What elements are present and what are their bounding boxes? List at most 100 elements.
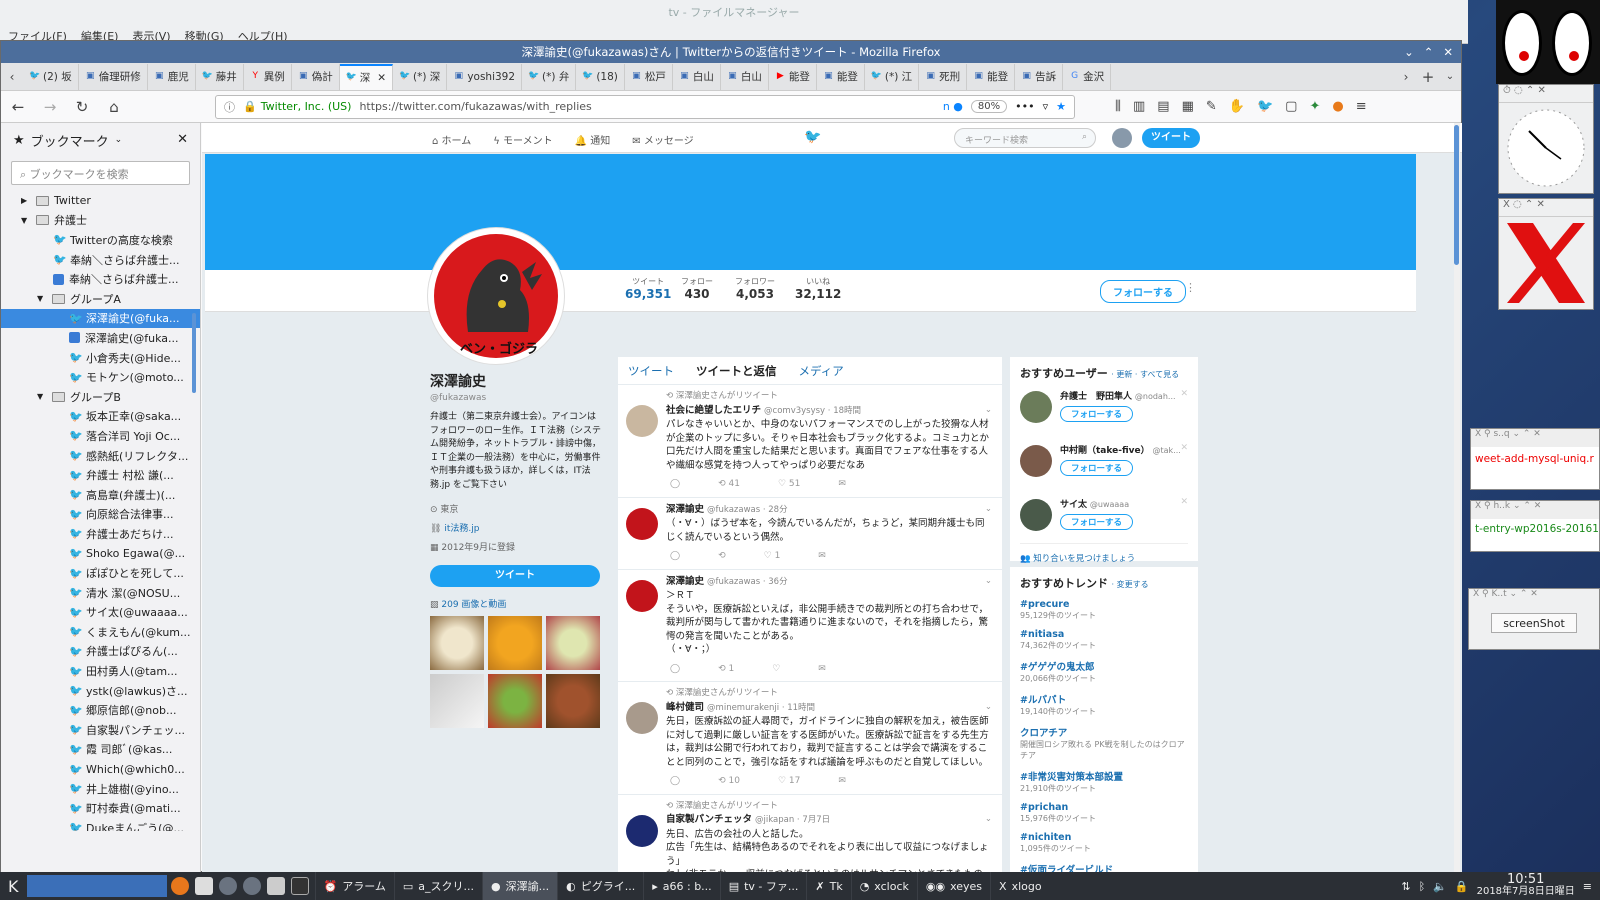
stat-followers[interactable]: フォロワー 4,053 xyxy=(735,276,775,301)
bookmark-search-input[interactable]: ⌕ ブックマークを検索 xyxy=(11,161,190,185)
retweet-button[interactable]: ⟲ xyxy=(718,550,726,564)
pocket-icon[interactable]: ▿ xyxy=(1043,100,1049,113)
suggested-follow-button[interactable]: フォローする xyxy=(1060,406,1134,422)
browser-tab[interactable]: 🐦 (*) 深 xyxy=(393,63,448,90)
tweet-author-name[interactable]: 社会に絶望したエリチ xyxy=(666,405,761,416)
tweet-menu-icon[interactable]: ⌄ xyxy=(985,701,992,715)
window-titlebar[interactable]: 深澤諭史(@fukazawas)さん | Twitterからの返信付きツイート … xyxy=(1,41,1461,63)
taskbar-item[interactable]: ▤ tv - ファ... xyxy=(719,872,807,900)
taskbar-item[interactable]: ⏰ アラーム xyxy=(314,872,394,900)
trend-item[interactable]: クロアチア 開催国ロシア敗れる PK戦を制したのはクロアチア xyxy=(1020,725,1188,761)
browser-tab[interactable]: 🐦 (2) 坂 xyxy=(23,63,79,90)
bookmark-item[interactable]: 🐦 落合洋司 Yoji Oc... xyxy=(1,426,200,446)
terminal-window-2[interactable]: X ⚲ h..k ⌄ ⌃ ✕ t-entry-wp2016s-20161( xyxy=(1470,500,1600,552)
browser-tab[interactable]: 🐦 (18) xyxy=(576,63,625,90)
tweet[interactable]: ⟲ 深澤諭史さんがリツイート 自家製パンチェッタ @jikapan · 7月7日 ⌄… xyxy=(618,795,1002,873)
bookmark-item[interactable]: ▼ 弁護士 xyxy=(1,211,200,231)
bookmark-item[interactable]: 🐦 感熱紙(リフレクタ... xyxy=(1,446,200,466)
suggested-users-links[interactable]: · 更新 · すべて見る xyxy=(1111,370,1179,379)
sidebar-close-icon[interactable]: ✕ xyxy=(177,132,188,147)
bookmark-item[interactable]: 🐦 弁護士あだちけ... xyxy=(1,524,200,544)
browser-tab[interactable]: ▶ 能登 xyxy=(769,63,817,90)
browser-tab[interactable]: 🐦 (*) 江 xyxy=(865,63,920,90)
page-scrollbar[interactable] xyxy=(1454,123,1460,873)
tweet-avatar[interactable] xyxy=(626,507,658,540)
suggested-follow-button[interactable]: フォローする xyxy=(1060,514,1134,530)
browser-tab[interactable]: 🐦 (*) 弁 xyxy=(522,63,577,90)
bookmark-item[interactable]: 奉納＼さらば弁護士... xyxy=(1,269,200,289)
trend-tag[interactable]: #ルパパト xyxy=(1020,692,1188,706)
app-launcher-icon[interactable] xyxy=(218,877,237,895)
taskbar-item[interactable]: ◔ xclock xyxy=(850,872,917,900)
suggested-user-avatar[interactable] xyxy=(1020,391,1052,423)
xclock-window[interactable]: ⏱ ◌ ⌃ ✕ xyxy=(1498,84,1594,194)
browser-tab[interactable]: ▣ 白山 xyxy=(673,63,721,90)
reply-icon[interactable]: ◯ xyxy=(670,663,680,677)
trend-item[interactable]: #ゲゲゲの鬼太郎 20,066件のツイート xyxy=(1020,659,1188,684)
extension-pen-icon[interactable]: ✎ xyxy=(1206,99,1217,114)
bookmark-item[interactable]: 🐦 奉納＼さらば弁護士... xyxy=(1,250,200,270)
taskbar-item[interactable]: ▭ a_スクリ... xyxy=(393,872,482,900)
taskbar-item[interactable]: Xxlogo xyxy=(990,872,1050,900)
url-text[interactable]: https://twitter.com/fukazawas/with_repli… xyxy=(359,100,934,113)
taskbar-item[interactable]: ◐ ピグライ... xyxy=(557,872,643,900)
chevron-down-icon[interactable]: ⌄ xyxy=(115,135,123,145)
tweet-handle-time[interactable]: @minemurakenji · 11時間 xyxy=(707,703,815,713)
suggested-user-avatar[interactable] xyxy=(1020,445,1052,477)
profile-handle[interactable]: @fukazawas xyxy=(430,393,602,403)
bookmark-item[interactable]: ▶ Twitter xyxy=(1,191,200,211)
suggested-user-name[interactable]: サイ太 xyxy=(1060,500,1087,510)
like-button[interactable]: ♡ 17 xyxy=(778,775,800,789)
library-icon[interactable]: ⫼ xyxy=(1115,99,1121,114)
like-button[interactable]: ♡ xyxy=(772,663,780,677)
browser-tab[interactable]: ▣ 死刑 xyxy=(919,63,968,90)
page-actions-icon[interactable]: ••• xyxy=(1015,100,1034,113)
message-icon[interactable]: ✉ xyxy=(818,550,826,564)
home-icon[interactable]: ⌂ xyxy=(103,98,125,116)
tab-list-icon[interactable]: ⌄ xyxy=(1439,71,1461,82)
start-menu-icon[interactable]: K xyxy=(0,877,27,896)
twitter-logo-icon[interactable]: 🐦 xyxy=(804,129,821,145)
sidebar-scrollbar[interactable] xyxy=(192,313,196,393)
bookmark-item[interactable]: 🐦 ystk(@lawkus)さ... xyxy=(1,681,200,701)
suggested-user[interactable]: 弁護士 野田隼人 @nodah... フォローする ✕ xyxy=(1020,389,1188,435)
desktop-pager[interactable] xyxy=(26,875,167,897)
chevron-down-icon[interactable]: ▼ xyxy=(37,294,47,303)
app-launcher-icon[interactable] xyxy=(242,877,261,895)
twitter-search-input[interactable]: キーワード検索 ⌕ xyxy=(954,128,1096,148)
xlogo-titlebar[interactable]: X ◌ ⌃ ✕ xyxy=(1499,199,1593,217)
trend-tag[interactable]: #非常災害対策本部設置 xyxy=(1020,769,1188,783)
chevron-down-icon[interactable]: ▼ xyxy=(37,392,47,401)
tab-tweets[interactable]: ツイート xyxy=(628,363,674,378)
terminal-1-titlebar[interactable]: X ⚲ s..q ⌄ ⌃ ✕ xyxy=(1471,429,1599,447)
zoom-indicator[interactable]: 80% xyxy=(970,100,1008,113)
user-avatar[interactable] xyxy=(1112,128,1132,148)
bluetooth-icon[interactable]: ᛒ xyxy=(1419,880,1426,893)
screenshot-button[interactable]: screenShot xyxy=(1491,613,1577,633)
bookmark-item[interactable]: 🐦 Twitterの高度な検索 xyxy=(1,230,200,250)
trend-item[interactable]: #prichan 15,976件のツイート xyxy=(1020,802,1188,824)
taskbar-item[interactable]: ✗ Tk xyxy=(806,872,850,900)
suggested-user-name[interactable]: 弁護士 野田隼人 xyxy=(1060,392,1132,402)
new-tab-icon[interactable]: + xyxy=(1417,68,1439,86)
browser-tab[interactable]: ▣ yoshi392 xyxy=(447,63,523,90)
suggested-follow-button[interactable]: フォローする xyxy=(1060,460,1134,476)
extension-clipboard-icon[interactable]: ▢ xyxy=(1285,99,1297,114)
tweet[interactable]: 深澤諭史 @fukazawas · 28分 ⌄ （・∀・）ばうぜ本を，今読んでいるん… xyxy=(618,498,1002,570)
trend-item[interactable]: #precure 95,129件のツイート xyxy=(1020,599,1188,621)
tweet-author-name[interactable]: 深澤諭史 xyxy=(666,576,704,587)
message-icon[interactable]: ✉ xyxy=(838,775,846,789)
trend-tag[interactable]: クロアチア xyxy=(1020,725,1188,739)
bookmark-item[interactable]: 🐦 田村勇人(@tam... xyxy=(1,661,200,681)
trend-tag[interactable]: #precure xyxy=(1020,599,1188,610)
taskbar-item[interactable]: ◉◉ xeyes xyxy=(916,872,990,900)
extension-hand-icon[interactable]: ✋ xyxy=(1229,99,1245,114)
bookmark-item[interactable]: 🐦 霞 司郎ﾞ(@kas... xyxy=(1,740,200,760)
media-thumbnail[interactable] xyxy=(546,674,600,728)
bookmark-item[interactable]: 🐦 高島章(弁護士)(... xyxy=(1,485,200,505)
bookmark-item[interactable]: 🐦 深澤諭史(@fuka... xyxy=(1,308,200,329)
maximize-icon[interactable]: ⌃ xyxy=(1424,41,1434,63)
bookmark-item[interactable]: 🐦 向原総合法律事... xyxy=(1,505,200,525)
tweet-handle-time[interactable]: @comv3ysysy · 18時間 xyxy=(764,406,861,416)
xeyes-window[interactable] xyxy=(1496,0,1600,84)
